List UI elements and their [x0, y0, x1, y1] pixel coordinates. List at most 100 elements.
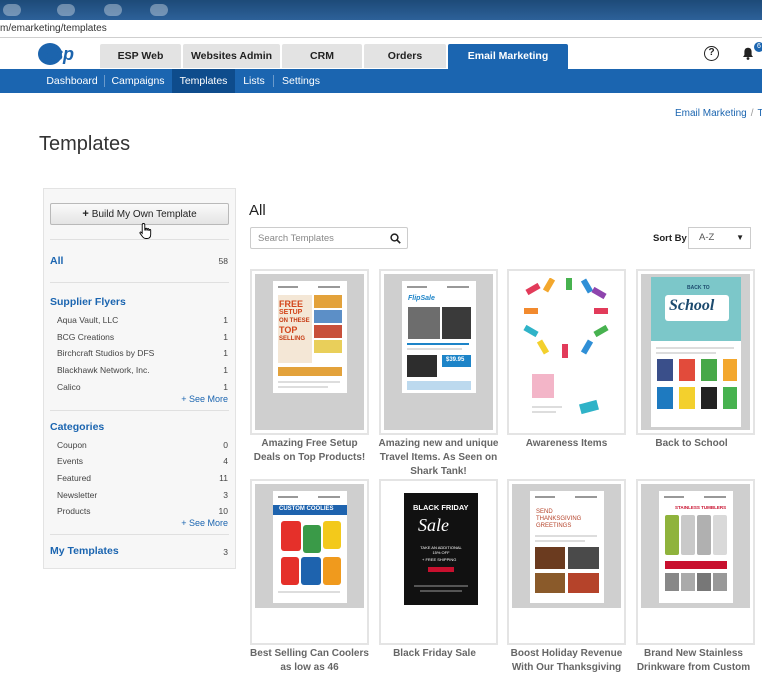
category-item[interactable]: Coupon [57, 440, 87, 450]
template-card[interactable]: FREE SETUP ON THESE TOP SELLING [250, 269, 369, 435]
divider [50, 534, 229, 535]
template-thumbnail [512, 274, 621, 430]
category-count: 0 [223, 440, 228, 450]
thumb-text: BACK TO [687, 285, 710, 291]
my-templates-link[interactable]: My Templates [50, 545, 119, 557]
category-item[interactable]: Newsletter [57, 490, 97, 500]
thumb-text: FlipSale [408, 295, 435, 302]
template-title[interactable]: Brand New Stainless Drinkware from Custo… [632, 647, 755, 675]
categories-heading: Categories [50, 421, 105, 433]
supplier-item[interactable]: Calico [57, 382, 81, 392]
template-title[interactable]: Best Selling Can Coolers as low as 46 [248, 647, 371, 675]
supplier-item[interactable]: BCG Creations [57, 332, 114, 342]
template-thumbnail: CUSTOM COOLIES [255, 484, 364, 608]
filter-all[interactable]: All [50, 255, 63, 267]
template-card[interactable]: BLACK FRIDAY Sale TAKE AN ADDITIONAL 15%… [379, 479, 498, 645]
category-item[interactable]: Products [57, 506, 91, 516]
search-input[interactable] [251, 228, 381, 249]
thumb-text: TOP [279, 325, 298, 335]
supplier-item[interactable]: Aqua Vault, LLC [57, 315, 118, 325]
thumb-text: BLACK FRIDAY [413, 503, 469, 512]
esp-logo[interactable]: esp [38, 43, 90, 65]
supplier-count: 1 [223, 315, 228, 325]
thumb-text: STAINLESS TUMBLERS [675, 505, 727, 510]
template-title[interactable]: Boost Holiday Revenue With Our Thanksgiv… [505, 647, 628, 675]
taskbar-icon [150, 4, 168, 16]
bell-icon[interactable] [742, 47, 754, 60]
template-card[interactable]: SEND THANKSGIVING GREETINGS [507, 479, 626, 645]
template-card[interactable]: CUSTOM COOLIES [250, 479, 369, 645]
sort-by-label: Sort By [653, 233, 687, 244]
template-thumbnail: SEND THANKSGIVING GREETINGS [512, 484, 621, 608]
sort-select[interactable]: A-Z ▼ [688, 227, 751, 249]
thumbnail-preview: CUSTOM COOLIES [273, 491, 347, 603]
template-title[interactable]: Black Friday Sale [373, 647, 496, 661]
template-thumbnail: STAINLESS TUMBLERS [641, 484, 750, 608]
categories-see-more-link[interactable]: + See More [181, 518, 228, 528]
supplier-flyers-heading: Supplier Flyers [50, 296, 126, 308]
thumbnail-preview: SEND THANKSGIVING GREETINGS [530, 491, 604, 603]
supplier-count: 1 [223, 382, 228, 392]
category-item[interactable]: Featured [57, 473, 91, 483]
top-navigation: esp ESP Web Websites Admin CRM Orders Em… [0, 38, 762, 69]
thumb-text: SETUP [279, 309, 303, 316]
category-count: 10 [218, 506, 228, 516]
search-icon[interactable] [390, 233, 401, 244]
thumb-text: GREETINGS [536, 523, 572, 529]
build-button-label: Build My Own Template [91, 209, 197, 220]
thumbnail-preview: STAINLESS TUMBLERS [659, 491, 733, 603]
template-title[interactable]: Back to School [630, 437, 753, 451]
divider [50, 410, 229, 411]
address-bar[interactable]: m/emarketing/templates [0, 20, 762, 38]
supplier-item[interactable]: Birchcraft Studios by DFS [57, 348, 154, 358]
suppliers-see-more-link[interactable]: + See More [181, 394, 228, 404]
thumbnail-preview: FREE SETUP ON THESE TOP SELLING [273, 281, 347, 393]
supplier-count: 1 [223, 348, 228, 358]
breadcrumb: Email Marketing / T [675, 108, 762, 119]
my-templates-count: 3 [223, 547, 228, 557]
subnav-campaigns[interactable]: Campaigns [105, 69, 171, 93]
breadcrumb-separator: / [750, 108, 754, 119]
divider [50, 239, 229, 240]
template-thumbnail: BACK TO School [641, 274, 750, 430]
tab-crm[interactable]: CRM [282, 44, 362, 68]
subnav-settings[interactable]: Settings [274, 69, 328, 93]
thumb-text: THANKSGIVING [536, 516, 582, 522]
plus-icon: + [82, 208, 89, 220]
thumb-text: + FREE SHIPPING [422, 557, 457, 562]
sub-navigation: Dashboard Campaigns Templates Lists Sett… [0, 69, 762, 93]
category-count: 11 [219, 473, 228, 483]
thumbnail-preview [522, 278, 612, 426]
template-card[interactable]: FlipSale $39.95 [379, 269, 498, 435]
template-thumbnail: FlipSale $39.95 [384, 274, 493, 430]
tab-websites-admin[interactable]: Websites Admin [183, 44, 280, 68]
thumb-text: ON THESE [279, 318, 310, 324]
template-title[interactable]: Amazing Free Setup Deals on Top Products… [248, 437, 371, 465]
taskbar-icon [3, 4, 21, 16]
taskbar-icon [57, 4, 75, 16]
filter-all-count: 58 [218, 256, 228, 266]
supplier-count: 1 [223, 332, 228, 342]
thumbnail-preview: FlipSale $39.95 [402, 281, 476, 393]
subnav-dashboard[interactable]: Dashboard [40, 69, 104, 93]
template-title[interactable]: Amazing new and unique Travel Items. As … [377, 437, 500, 479]
thumb-text: SEND [536, 509, 553, 515]
supplier-item[interactable]: Blackhawk Network, Inc. [57, 365, 150, 375]
breadcrumb-email-marketing[interactable]: Email Marketing [675, 108, 747, 119]
template-card[interactable]: BACK TO School [636, 269, 755, 435]
subnav-templates[interactable]: Templates [172, 69, 235, 93]
taskbar-icon [104, 4, 122, 16]
thumbnail-preview: BLACK FRIDAY Sale TAKE AN ADDITIONAL 15%… [404, 493, 478, 605]
category-item[interactable]: Events [57, 456, 83, 466]
thumb-text: FREE [279, 299, 304, 309]
template-card[interactable]: STAINLESS TUMBLERS [636, 479, 755, 645]
tab-orders[interactable]: Orders [364, 44, 446, 68]
subnav-lists[interactable]: Lists [236, 69, 272, 93]
tab-email-marketing[interactable]: Email Marketing [448, 44, 568, 69]
question-circle-icon[interactable]: ? [704, 46, 719, 61]
tab-esp-web[interactable]: ESP Web [100, 44, 181, 68]
template-card[interactable] [507, 269, 626, 435]
template-title[interactable]: Awareness Items [505, 437, 628, 451]
template-thumbnail: FREE SETUP ON THESE TOP SELLING [255, 274, 364, 430]
thumb-text: CUSTOM COOLIES [279, 506, 334, 512]
